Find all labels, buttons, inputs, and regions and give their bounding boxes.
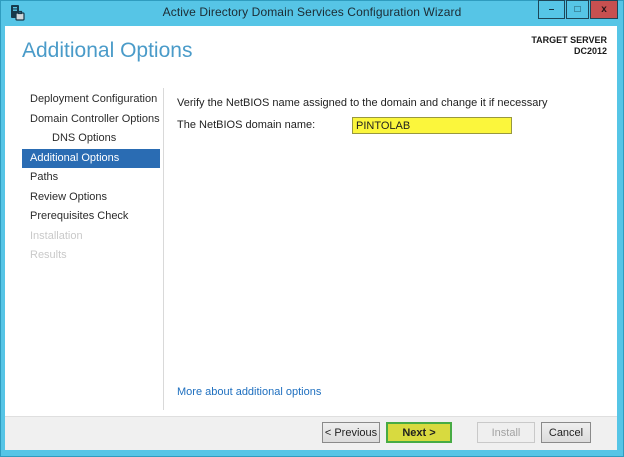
more-about-additional-options-link[interactable]: More about additional options: [177, 386, 321, 398]
wizard-window: Active Directory Domain Services Configu…: [0, 0, 624, 457]
nav-item-dns-options[interactable]: DNS Options: [5, 129, 163, 149]
next-button[interactable]: Next >: [386, 422, 452, 443]
target-server-info: TARGET SERVER DC2012: [531, 35, 607, 57]
nav-item-prerequisites-check[interactable]: Prerequisites Check: [5, 207, 163, 227]
nav-item-installation: Installation: [30, 229, 83, 242]
instruction-text: Verify the NetBIOS name assigned to the …: [177, 97, 548, 109]
netbios-name-label: The NetBIOS domain name:: [177, 119, 316, 131]
nav-item-results: Results: [30, 249, 67, 261]
page-title: Additional Options: [22, 39, 193, 62]
maximize-button[interactable]: □: [566, 0, 589, 19]
footer-button-bar: < Previous Next > Install Cancel: [5, 416, 617, 450]
nav-item-paths[interactable]: Paths: [5, 168, 163, 188]
title-bar: Active Directory Domain Services Configu…: [0, 0, 624, 26]
nav-item-deployment-configuration[interactable]: Deployment Configuration: [5, 90, 163, 110]
previous-button[interactable]: < Previous: [322, 422, 380, 443]
cancel-button[interactable]: Cancel: [541, 422, 591, 443]
target-server-label: TARGET SERVER: [531, 35, 607, 45]
wizard-content: Additional Options TARGET SERVER DC2012 …: [5, 26, 617, 450]
nav-item-review-options[interactable]: Review Options: [5, 188, 163, 208]
install-button: Install: [477, 422, 535, 443]
sidebar-divider: [163, 88, 164, 410]
wizard-steps-nav: Deployment Configuration Domain Controll…: [5, 90, 163, 266]
nav-item-additional-options[interactable]: Additional Options: [22, 148, 160, 168]
nav-item-domain-controller-options[interactable]: Domain Controller Options: [5, 110, 163, 130]
target-server-name: DC2012: [573, 46, 607, 56]
close-button[interactable]: x: [590, 0, 618, 19]
minimize-button[interactable]: –: [538, 0, 565, 19]
netbios-name-input[interactable]: [352, 117, 512, 134]
caption-buttons: – □ x: [537, 0, 618, 19]
window-title: Active Directory Domain Services Configu…: [162, 5, 462, 19]
